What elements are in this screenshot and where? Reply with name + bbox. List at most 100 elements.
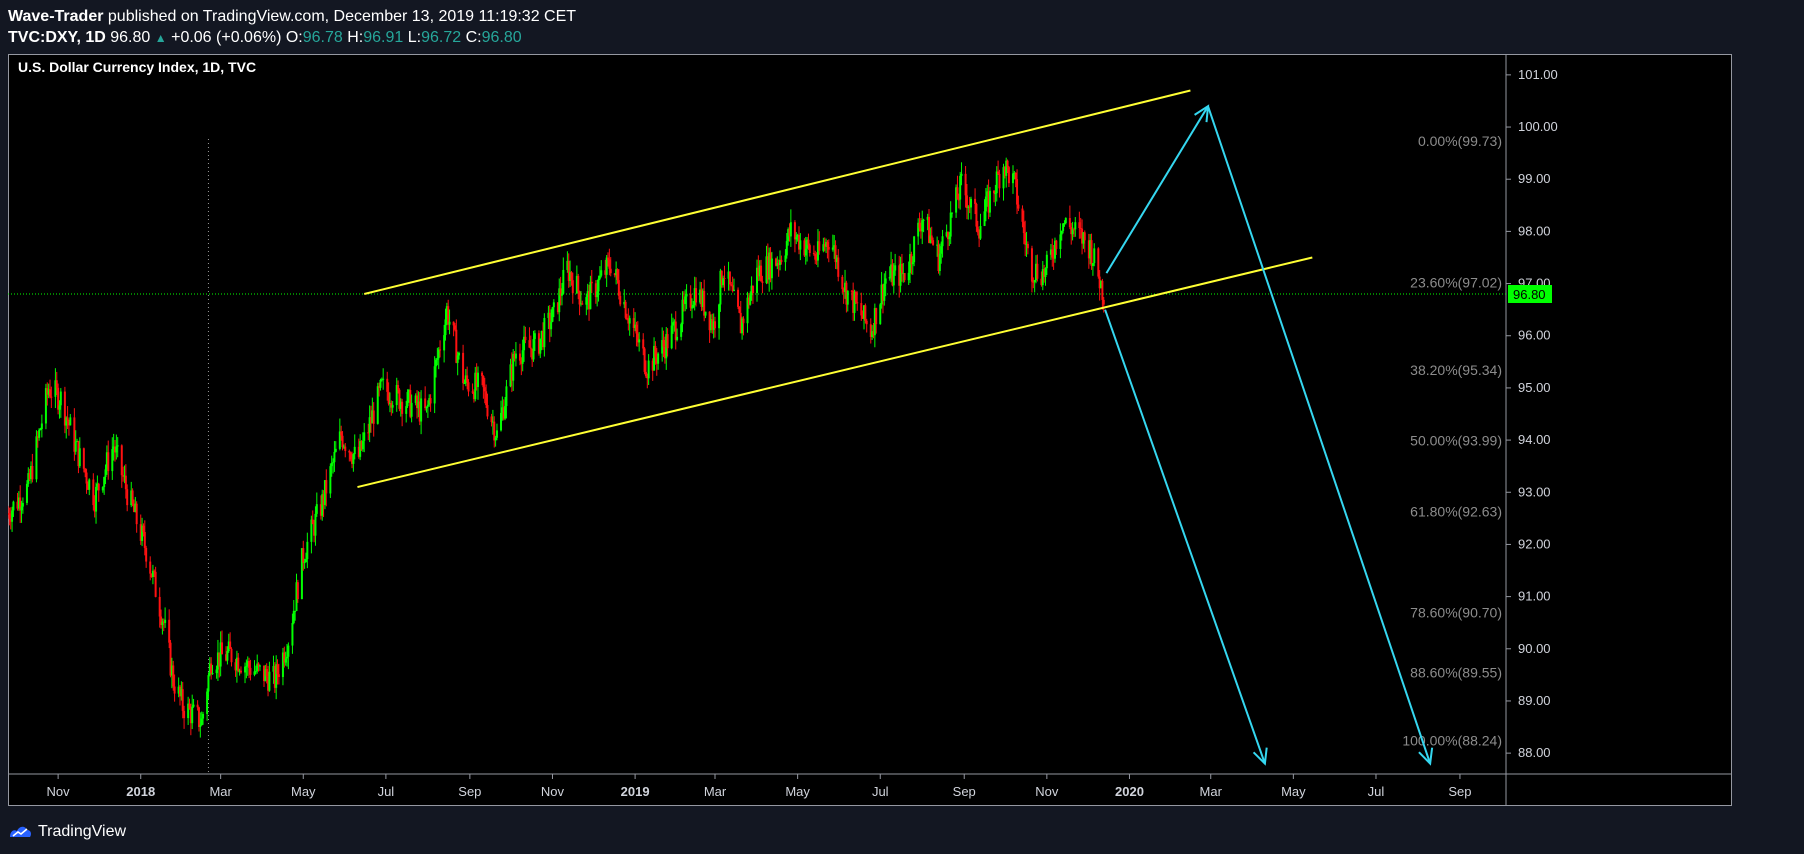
candle-body — [481, 372, 484, 376]
chart-area[interactable]: U.S. Dollar Currency Index, 1D, TVC 101.0… — [8, 54, 1732, 806]
candle-body — [528, 340, 531, 348]
candle-body — [158, 596, 161, 617]
candle-body — [311, 519, 314, 525]
candle-body — [401, 401, 404, 414]
candle-body — [221, 642, 223, 655]
y-tick-label: 98.00 — [1518, 223, 1551, 238]
tradingview-brand[interactable]: TradingView — [38, 823, 126, 841]
candle-body — [642, 339, 645, 349]
candle-body — [315, 504, 318, 514]
candle-body — [131, 490, 134, 504]
candle-body — [1090, 240, 1093, 266]
candle-body — [864, 305, 867, 321]
projection-arrow[interactable] — [1207, 105, 1432, 764]
candle-body — [539, 338, 542, 354]
candle-body — [25, 483, 28, 503]
candle-body — [107, 452, 110, 472]
candle-body — [976, 226, 979, 233]
candle-body — [749, 295, 752, 305]
candle-body — [860, 303, 863, 316]
candle-body — [330, 462, 333, 467]
candle-body — [257, 663, 260, 666]
x-tick-label: Nov — [1035, 784, 1059, 799]
candle-body — [276, 664, 279, 675]
candle-body — [1060, 230, 1063, 235]
projection-arrow[interactable] — [1105, 105, 1209, 274]
candle-body — [760, 265, 763, 282]
candle-body — [894, 265, 897, 271]
candle-body — [1101, 280, 1104, 300]
candle-body — [670, 325, 673, 349]
candle-body — [405, 406, 408, 414]
candle-body — [92, 479, 95, 506]
y-tick-label: 100.00 — [1518, 119, 1558, 134]
candle-body — [97, 483, 100, 491]
candle-body — [239, 670, 242, 673]
candle-body — [31, 465, 34, 480]
x-tick-label: 2018 — [126, 784, 155, 799]
candle-body — [643, 348, 646, 372]
x-tick-label: Sep — [1448, 784, 1471, 799]
candle-body — [666, 334, 669, 349]
projection-arrow[interactable] — [1104, 309, 1266, 764]
candle-body — [426, 404, 429, 407]
candle-body — [714, 321, 717, 329]
candle-body — [804, 248, 807, 256]
candle-body — [913, 236, 916, 263]
candle-body — [854, 292, 857, 303]
candle-body — [505, 386, 508, 407]
fib-level-label: 61.80%(92.63) — [1410, 504, 1502, 520]
candle-body — [690, 307, 693, 309]
candle-body — [831, 247, 834, 250]
candle-body — [443, 335, 446, 351]
candle-body — [875, 308, 878, 325]
channel-trendline[interactable] — [357, 256, 1313, 489]
candle-body — [277, 674, 280, 678]
x-tick-label: Jul — [872, 784, 889, 799]
candle-body — [306, 541, 309, 560]
candle-body — [303, 562, 306, 564]
candle-body — [143, 531, 146, 548]
candle-body — [84, 468, 87, 473]
author-name[interactable]: Wave-Trader — [8, 8, 103, 25]
candle-body — [607, 257, 610, 260]
candle-body — [657, 353, 660, 364]
candle-body — [1006, 160, 1009, 168]
candle-body — [248, 661, 251, 668]
fib-level-label: 23.60%(97.02) — [1410, 275, 1502, 291]
x-tick-label: Sep — [953, 784, 976, 799]
candle-body — [827, 247, 830, 250]
candle-body — [453, 325, 456, 330]
candle-body — [154, 571, 157, 597]
candle-body — [577, 275, 580, 292]
candle-body — [196, 704, 199, 708]
candle-body — [291, 623, 294, 646]
candle-body — [1044, 268, 1047, 277]
candle-body — [292, 610, 295, 624]
candle-body — [585, 297, 588, 305]
candle-body — [672, 322, 675, 326]
x-tick-label: 2020 — [1115, 784, 1144, 799]
chart-svg[interactable]: U.S. Dollar Currency Index, 1D, TVC 101.0… — [8, 54, 1732, 806]
candle-body — [183, 710, 186, 719]
candle-body — [59, 391, 62, 406]
fib-level-label: 38.20%(95.34) — [1410, 362, 1502, 378]
candle-body — [302, 548, 305, 563]
candle-body — [237, 657, 240, 672]
candle-body — [1045, 254, 1048, 269]
candle-body — [704, 311, 707, 316]
candle-body — [304, 559, 307, 563]
candle-body — [562, 269, 565, 294]
candle-body — [476, 372, 479, 388]
candle-body — [685, 293, 688, 297]
candle-body — [892, 270, 895, 286]
candle-body — [126, 489, 129, 506]
candle-body — [578, 291, 581, 305]
candle-body — [808, 245, 811, 253]
y-tick-label: 99.00 — [1518, 171, 1551, 186]
up-triangle-icon: ▲ — [154, 31, 167, 45]
candle-body — [149, 561, 152, 574]
candle-body — [680, 324, 683, 337]
candle-body — [1021, 208, 1024, 222]
candle-body — [560, 293, 563, 296]
